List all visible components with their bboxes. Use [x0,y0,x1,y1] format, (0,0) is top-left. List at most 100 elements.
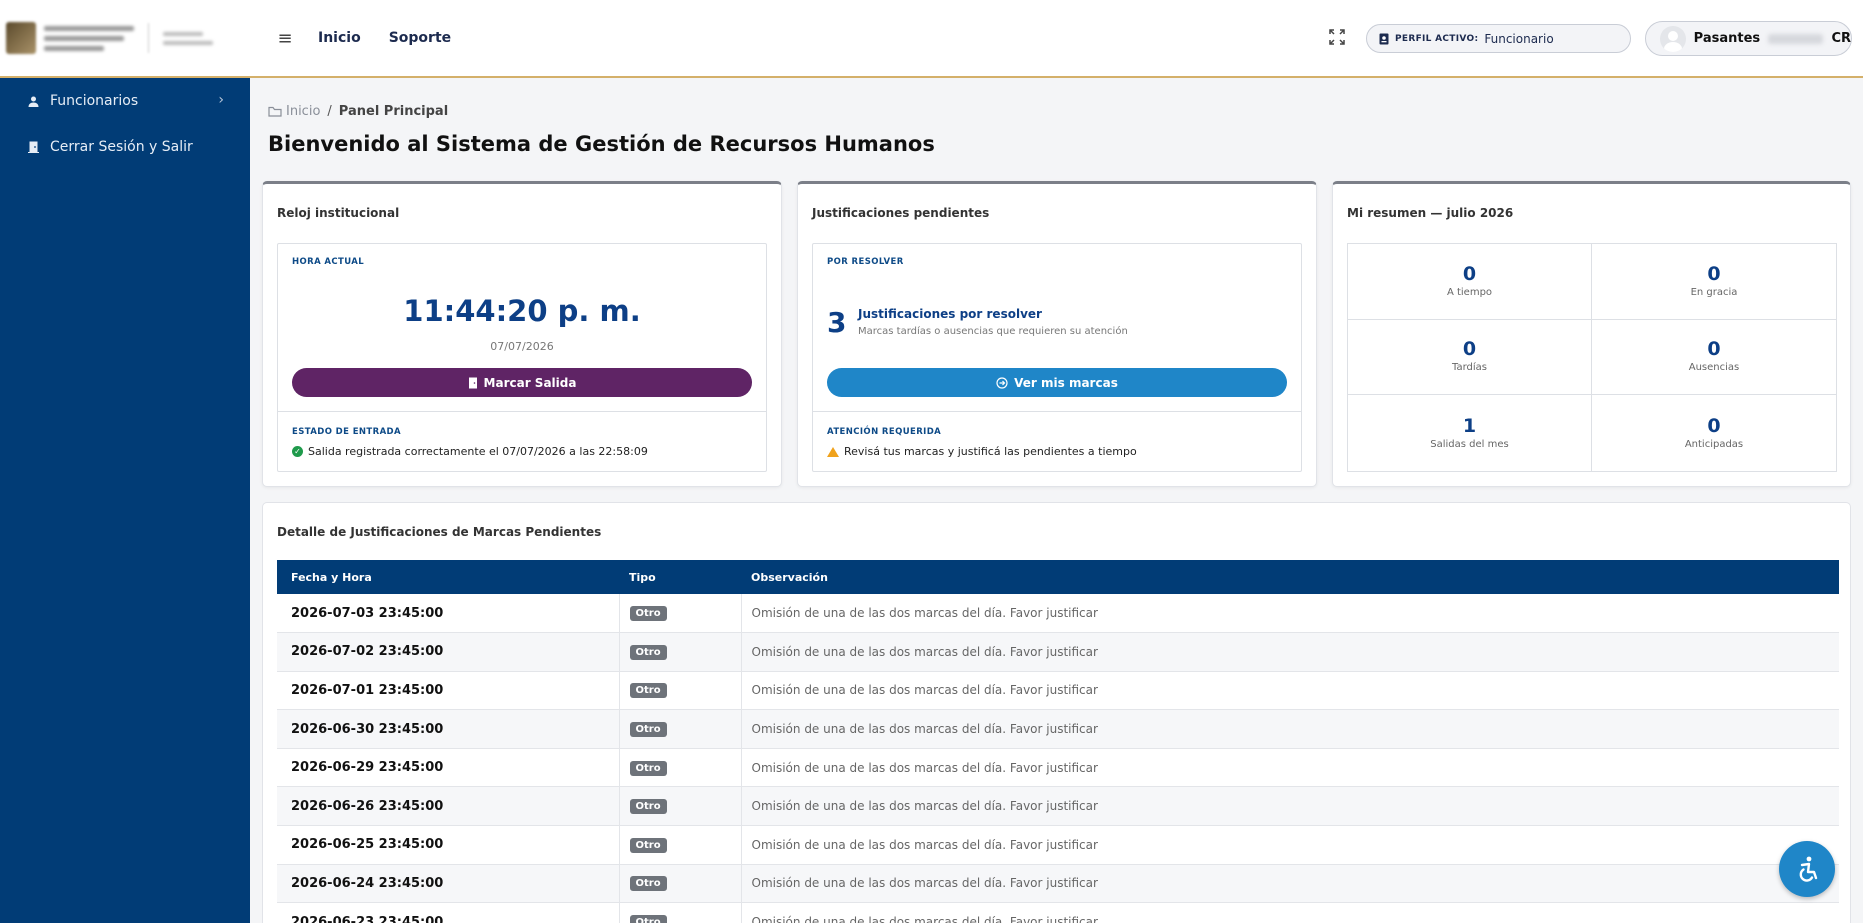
view-marks-button[interactable]: Ver mis marcas [827,368,1287,397]
breadcrumb-home[interactable]: Inicio [268,104,320,119]
active-profile-selector[interactable]: PERFIL ACTIVO: Funcionario [1366,24,1631,53]
sidebar-item-logout[interactable]: Cerrar Sesión y Salir [0,124,250,170]
row-observation: Omisión de una de las dos marcas del día… [741,748,1839,788]
breadcrumb-separator: / [327,104,332,119]
row-date: 2026-07-01 23:45:00 [277,671,620,711]
profile-value: Funcionario [1484,31,1554,46]
row-type: Otro [619,902,742,923]
clock-panel: HORA ACTUAL 11:44:20 p. m. 07/07/2026 Ma… [277,243,767,472]
type-badge: Otro [629,722,667,738]
table-row[interactable]: 2026-06-25 23:45:00 Otro Omisión de una de… [277,825,1839,865]
institution-logo[interactable] [0,0,250,77]
door-icon [26,141,40,153]
pending-marks-table: Fecha y Hora Tipo Observación 2026-07-03… [277,560,1839,923]
table-row[interactable]: 2026-06-30 23:45:00 Otro Omisión de una de… [277,709,1839,749]
table-row[interactable]: 2026-06-26 23:45:00 Otro Omisión de una de… [277,786,1839,827]
type-badge: Otro [629,915,667,923]
row-date: 2026-06-30 23:45:00 [277,709,620,749]
row-type: Otro [619,825,742,865]
table-row[interactable]: 2026-06-24 23:45:00 Otro Omisión de una de… [277,864,1839,904]
stat-late: 0 Tardías [1348,319,1592,396]
row-type: Otro [619,709,742,749]
row-date: 2026-07-03 23:45:00 [277,594,620,634]
column-header-observation[interactable]: Observación [741,560,1839,594]
fullscreen-icon[interactable] [1328,28,1346,46]
check-circle-icon: ✓ [292,446,303,457]
current-date: 07/07/2026 [490,340,554,353]
avatar [1660,25,1686,52]
row-type: Otro [619,671,742,711]
breadcrumb: Inicio / Panel Principal [268,104,448,119]
mark-exit-button[interactable]: Marcar Salida [292,368,752,397]
type-badge: Otro [629,799,667,815]
entry-status: ✓ Salida registrada correctamente el 07/… [292,445,648,458]
row-date: 2026-06-23 23:45:00 [277,902,620,923]
row-observation: Omisión de una de las dos marcas del día… [741,671,1839,711]
row-date: 2026-06-25 23:45:00 [277,825,620,865]
card-title: Mi resumen — julio 2026 [1347,206,1514,220]
type-badge: Otro [629,837,667,853]
nav-link-soporte[interactable]: Soporte [389,30,451,46]
stat-on-time: 0A tiempo [1348,244,1592,320]
to-resolve-label: POR RESOLVER [827,257,904,267]
warning-icon [827,446,839,457]
row-observation: Omisión de una de las dos marcas del día… [741,864,1839,904]
accessibility-button[interactable] [1779,841,1835,897]
folder-icon [268,106,282,117]
table-row[interactable]: 2026-07-02 23:45:00 Otro Omisión de una de… [277,632,1839,672]
row-type: Otro [619,632,742,672]
sidebar: Funcionarios › Cerrar Sesión y Salir [0,78,250,923]
pending-count-title: Justificaciones por resolver [858,307,1042,321]
type-badge: Otro [629,606,667,622]
sidebar-item-funcionarios[interactable]: Funcionarios › [0,78,250,124]
clock-card: Reloj institucional HORA ACTUAL 11:44:20… [262,181,782,487]
type-badge: Otro [629,644,667,660]
row-type: Otro [619,786,742,827]
user-suffix: CR [1831,31,1851,46]
table-row[interactable]: 2026-06-23 23:45:00 Otro Omisión de una de… [277,902,1839,923]
stat-exits: 1 Salidas del mes [1348,395,1592,471]
stat-early: 0 Anticipadas [1684,414,1744,450]
row-date: 2026-06-26 23:45:00 [277,786,620,827]
row-observation: Omisión de una de las dos marcas del día… [741,594,1839,634]
user-menu[interactable]: Pasantes CR [1645,21,1852,56]
page-title: Bienvenido al Sistema de Gestión de Recu… [268,132,935,156]
card-title: Justificaciones pendientes [812,206,990,220]
table-row[interactable]: 2026-07-01 23:45:00 Otro Omisión de una de… [277,671,1839,711]
entry-status-label: ESTADO DE ENTRADA [292,427,401,437]
id-badge-icon [1379,33,1389,44]
column-header-type[interactable]: Tipo [619,560,741,594]
accessibility-icon [1799,856,1818,882]
pending-count: 3 [827,306,847,339]
pending-justifications-card: Justificaciones pendientes POR RESOLVER … [797,181,1317,487]
row-date: 2026-06-24 23:45:00 [277,864,620,904]
row-type: Otro [619,864,742,904]
sidebar-item-label: Funcionarios [50,93,139,109]
table-row[interactable]: 2026-07-03 23:45:00 Otro Omisión de una de… [277,594,1839,634]
row-date: 2026-06-29 23:45:00 [277,748,620,788]
attention-message: Revisá tus marcas y justificá las pendie… [827,445,1137,458]
pending-count-subtitle: Marcas tardías o ausencias que requieren… [858,326,1128,337]
column-header-date[interactable]: Fecha y Hora [277,560,619,594]
table-row[interactable]: 2026-06-29 23:45:00 Otro Omisión de una de… [277,748,1839,788]
user-icon [26,96,40,107]
row-observation: Omisión de una de las dos marcas del día… [741,825,1839,865]
current-time-label: HORA ACTUAL [292,257,365,267]
sidebar-item-label: Cerrar Sesión y Salir [50,139,193,155]
row-type: Otro [619,594,742,634]
table-header-row: Fecha y Hora Tipo Observación [277,560,1839,594]
card-title: Reloj institucional [277,206,400,220]
chevron-right-icon: › [218,92,224,108]
hamburger-icon[interactable]: ≡ [270,28,300,49]
row-type: Otro [619,748,742,788]
type-badge: Otro [629,876,667,892]
stat-absences: 0 Ausencias [1592,320,1836,396]
current-time: 11:44:20 p. m. [403,294,641,328]
table-title: Detalle de Justificaciones de Marcas Pen… [277,525,602,539]
top-nav: Inicio Soporte [318,30,451,46]
row-observation: Omisión de una de las dos marcas del día… [741,902,1839,923]
nav-link-inicio[interactable]: Inicio [318,30,361,46]
row-date: 2026-07-02 23:45:00 [277,632,620,672]
door-icon [468,377,477,388]
pending-panel: POR RESOLVER 3 Justificaciones por resol… [812,243,1302,472]
